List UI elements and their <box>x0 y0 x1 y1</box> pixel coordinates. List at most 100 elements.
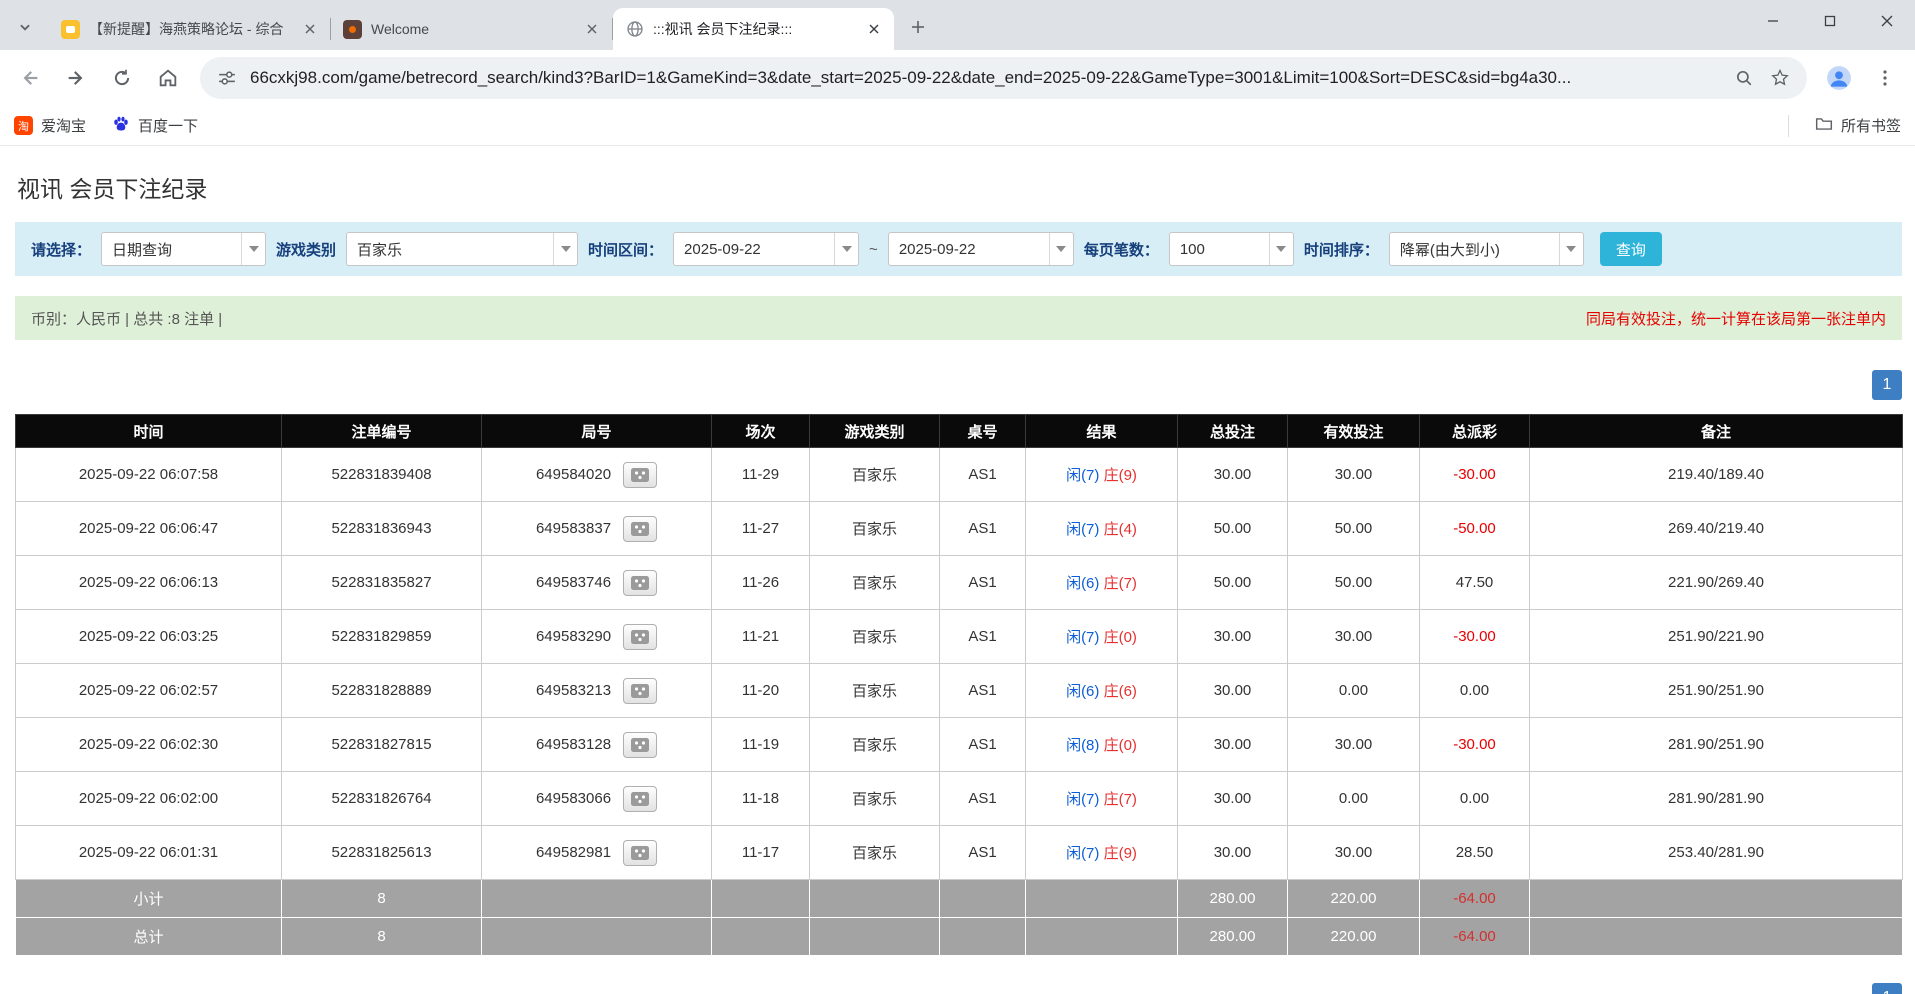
replay-video-button[interactable] <box>623 732 657 758</box>
cell-result: 闲(7) 庄(7) <box>1026 772 1178 826</box>
cell-payout: 0.00 <box>1420 664 1530 718</box>
sort-order-select[interactable]: 降幂(由大到小) <box>1389 232 1584 266</box>
page-1-button[interactable]: 1 <box>1872 370 1902 400</box>
maximize-button[interactable] <box>1801 0 1858 42</box>
page-viewport: 视讯 会员下注纪录 请选择： 日期查询 游戏类别 百家乐 时间区间： 2025-… <box>0 146 1915 993</box>
round-id-text: 649584020 <box>536 466 611 483</box>
query-button[interactable]: 查询 <box>1600 232 1662 266</box>
result-player: 闲(7) <box>1066 845 1099 862</box>
forward-arrow-icon <box>65 67 87 89</box>
round-id-text: 649583066 <box>536 790 611 807</box>
cell-round-id: 649583837 <box>482 502 712 556</box>
cell-result: 闲(7) 庄(9) <box>1026 826 1178 880</box>
tab-close-icon[interactable] <box>582 19 602 39</box>
round-id-text: 649583128 <box>536 736 611 753</box>
cell-note: 251.90/221.90 <box>1530 610 1903 664</box>
cell-bet-id: 522831828889 <box>282 664 482 718</box>
date-end-select[interactable]: 2025-09-22 <box>888 232 1074 266</box>
dice-icon <box>631 522 649 536</box>
cell-note: 251.90/251.90 <box>1530 664 1903 718</box>
total-payout: -64.00 <box>1420 918 1530 956</box>
browser-tab-forum[interactable]: 【新提醒】海燕策略论坛 - 综合 <box>49 8 330 50</box>
total-label: 总计 <box>16 918 282 956</box>
cell-bet-id: 522831835827 <box>282 556 482 610</box>
col-note: 备注 <box>1530 415 1903 448</box>
game-type-select[interactable]: 百家乐 <box>346 232 578 266</box>
col-result: 结果 <box>1026 415 1178 448</box>
select-value: 降幂(由大到小) <box>1390 233 1559 265</box>
page-size-select[interactable]: 100 <box>1169 232 1294 266</box>
welcome-favicon-icon <box>343 20 362 39</box>
bookmark-star-icon[interactable] <box>1767 65 1793 91</box>
minimize-button[interactable] <box>1744 0 1801 42</box>
forward-button[interactable] <box>56 58 96 98</box>
replay-video-button[interactable] <box>623 624 657 650</box>
address-bar[interactable]: 66cxkj98.com/game/betrecord_search/kind3… <box>200 57 1807 99</box>
dice-icon <box>631 630 649 644</box>
back-button[interactable] <box>10 58 50 98</box>
reload-icon <box>112 68 132 88</box>
replay-video-button[interactable] <box>623 678 657 704</box>
url-text[interactable]: 66cxkj98.com/game/betrecord_search/kind3… <box>250 68 1721 88</box>
zoom-icon[interactable] <box>1731 65 1757 91</box>
profile-avatar[interactable] <box>1819 58 1859 98</box>
browser-tab-bet-records[interactable]: :::视讯 会员下注纪录::: <box>613 8 894 50</box>
bookmark-baidu[interactable]: 百度一下 <box>112 115 198 137</box>
date-query-select[interactable]: 日期查询 <box>101 232 266 266</box>
bet-table-body: 2025-09-22 06:07:58 522831839408 6495840… <box>16 448 1903 880</box>
tab-close-icon[interactable] <box>300 19 320 39</box>
dropdown-arrow-icon <box>834 233 858 265</box>
replay-video-button[interactable] <box>623 786 657 812</box>
cell-total-bet-link[interactable]: 50.00 <box>1178 502 1288 556</box>
browser-tab-welcome[interactable]: Welcome <box>331 8 612 50</box>
page-1-button-bottom[interactable]: 1 <box>1872 983 1902 994</box>
round-id-text: 649582981 <box>536 844 611 861</box>
dropdown-arrow-icon <box>1049 233 1073 265</box>
table-header: 时间 注单编号 局号 场次 游戏类别 桌号 结果 总投注 有效投注 总派彩 备注 <box>16 415 1903 448</box>
date-start-select[interactable]: 2025-09-22 <box>673 232 859 266</box>
cell-time: 2025-09-22 06:06:47 <box>16 502 282 556</box>
cell-time: 2025-09-22 06:06:13 <box>16 556 282 610</box>
result-banker: 庄(6) <box>1104 683 1137 700</box>
reload-button[interactable] <box>102 58 142 98</box>
dropdown-arrow-icon <box>553 233 577 265</box>
cell-bet-id: 522831825613 <box>282 826 482 880</box>
cell-total-bet-link[interactable]: 30.00 <box>1178 610 1288 664</box>
round-id-text: 649583746 <box>536 574 611 591</box>
home-button[interactable] <box>148 58 188 98</box>
cell-total-bet-link[interactable]: 30.00 <box>1178 826 1288 880</box>
cell-total-bet-link[interactable]: 30.00 <box>1178 772 1288 826</box>
result-player: 闲(7) <box>1066 467 1099 484</box>
cell-total-bet-link[interactable]: 30.00 <box>1178 718 1288 772</box>
bookmark-taobao[interactable]: 淘 爱淘宝 <box>14 115 86 136</box>
all-bookmarks-label: 所有书签 <box>1841 115 1901 136</box>
replay-video-button[interactable] <box>623 516 657 542</box>
cell-round-id: 649583128 <box>482 718 712 772</box>
summary-info-bar: 币别：人民币 | 总共 :8 注单 | 同局有效投注，统一计算在该局第一张注单内 <box>15 296 1902 340</box>
result-banker: 庄(4) <box>1104 521 1137 538</box>
kebab-menu-icon <box>1877 70 1893 86</box>
browser-menu-button[interactable] <box>1865 58 1905 98</box>
cell-session: 11-17 <box>712 826 810 880</box>
tab-search-button[interactable] <box>12 14 38 40</box>
replay-video-button[interactable] <box>623 570 657 596</box>
select-value: 百家乐 <box>347 233 553 265</box>
subtotal-row: 小计 8 280.00 220.00 -64.00 <box>16 880 1903 918</box>
cell-total-bet-link[interactable]: 30.00 <box>1178 664 1288 718</box>
cell-note: 253.40/281.90 <box>1530 826 1903 880</box>
close-window-button[interactable] <box>1858 0 1915 42</box>
all-bookmarks-button[interactable]: 所有书签 <box>1815 115 1901 137</box>
site-settings-icon[interactable] <box>214 65 240 91</box>
cell-time: 2025-09-22 06:07:58 <box>16 448 282 502</box>
cell-table-no: AS1 <box>940 718 1026 772</box>
subtotal-count: 8 <box>282 880 482 918</box>
result-player: 闲(6) <box>1066 683 1099 700</box>
replay-video-button[interactable] <box>623 840 657 866</box>
tab-title: :::视讯 会员下注纪录::: <box>653 19 855 39</box>
replay-video-button[interactable] <box>623 462 657 488</box>
new-tab-button[interactable] <box>902 11 934 43</box>
cell-total-bet-link[interactable]: 50.00 <box>1178 556 1288 610</box>
cell-round-id: 649583213 <box>482 664 712 718</box>
tab-close-icon[interactable] <box>864 19 884 39</box>
cell-total-bet-link[interactable]: 30.00 <box>1178 448 1288 502</box>
